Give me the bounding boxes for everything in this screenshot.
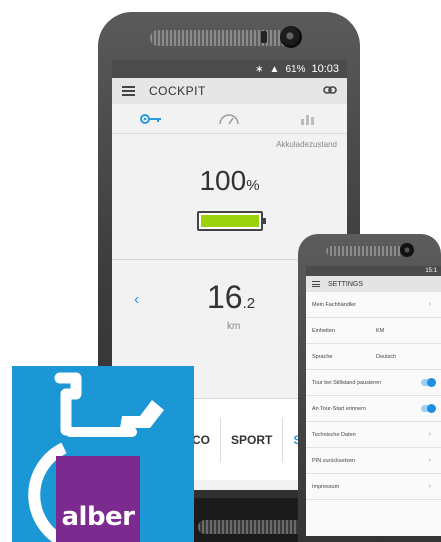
tab-bike-key[interactable] [138,110,164,128]
bluetooth-icon: ∗ [255,63,264,75]
status-bar: 15:1 [306,266,441,276]
toggle-switch[interactable] [421,404,436,413]
settings-row[interactable]: Sprache Deutsch [306,344,441,370]
alber-app-logo: alber [12,366,194,542]
settings-row-label: Sprache [312,353,333,360]
mode-sport-button[interactable]: SPORT [220,417,282,462]
battery-percent: 100% [112,165,347,197]
status-bar: ∗ ▲ 61% 10:03 [112,60,347,78]
earpiece-speaker [150,30,300,46]
settings-row[interactable]: PIN zurücksetzen › [306,448,441,474]
battery-percent-value: 100 [199,165,247,196]
settings-row-label: Mein Fachhändler [312,301,357,308]
settings-row-label: Einheiten [312,327,335,334]
app-bar: COCKPIT [112,78,347,104]
tab-statistics[interactable] [295,110,321,128]
distance-integer: 16 [207,279,243,315]
bottom-speaker [198,520,308,534]
settings-row[interactable]: Mein Fachhändler › [306,292,441,318]
menu-icon[interactable] [122,86,135,96]
settings-row[interactable]: An Tour-Start erinnern [306,396,441,422]
settings-list: Mein Fachhändler › Einheiten KM Sprache Deuts… [306,292,441,500]
chevron-right-icon: › [428,301,431,308]
tab-bar [112,104,347,134]
speedometer-icon [219,113,240,124]
chevron-right-icon: › [428,431,431,438]
settings-row-value: KM [376,327,385,334]
front-camera [400,243,414,257]
settings-row-label: An Tour-Start erinnern [312,405,367,412]
link-icon[interactable] [323,82,337,100]
distance-value: 16.2 [207,279,255,316]
settings-row[interactable]: Einheiten KM [306,318,441,344]
battery-percent-unit: % [246,177,260,194]
battery-label: Akkuladezustand [276,140,337,149]
bike-key-icon [140,113,162,124]
proximity-sensor [261,31,267,43]
battery-status: 61% [285,63,306,75]
settings-screen: 15:1 SETTINGS Mein Fachhändler › Einheiten… [306,266,441,536]
toggle-switch[interactable] [421,378,436,387]
earpiece-speaker [326,246,406,256]
alber-logo-badge: alber [56,456,140,542]
chevron-right-icon: › [428,457,431,464]
settings-row[interactable]: Technische Daten › [306,422,441,448]
distance-decimal: .2 [242,295,256,312]
settings-row-label: Tour bei Stillstand pausieren [312,379,382,386]
settings-row-label: PIN zurücksetzen [312,457,356,464]
settings-row[interactable]: Impressum › [306,474,441,500]
page-title: COCKPIT [149,84,206,98]
settings-row-value: Deutsch [376,353,397,360]
settings-row[interactable]: Tour bei Stillstand pausieren [306,370,441,396]
settings-row-label: Technische Daten [312,431,356,438]
alber-logo-text: alber [61,502,135,532]
chevron-right-icon: › [428,483,431,490]
battery-icon [196,211,266,231]
front-camera [280,26,302,48]
page-title: SETTINGS [328,280,364,288]
tab-speedometer[interactable] [216,110,242,128]
clock: 10:03 [311,63,339,75]
settings-row-label: Impressum [312,483,340,490]
chevron-left-icon[interactable]: ‹ [134,291,139,309]
app-bar: SETTINGS [306,276,441,292]
signal-icon: ▲ [269,63,280,75]
distance-unit: km [227,321,241,332]
chart-icon [300,114,314,125]
battery-fill [200,215,259,227]
menu-icon[interactable] [312,281,320,287]
